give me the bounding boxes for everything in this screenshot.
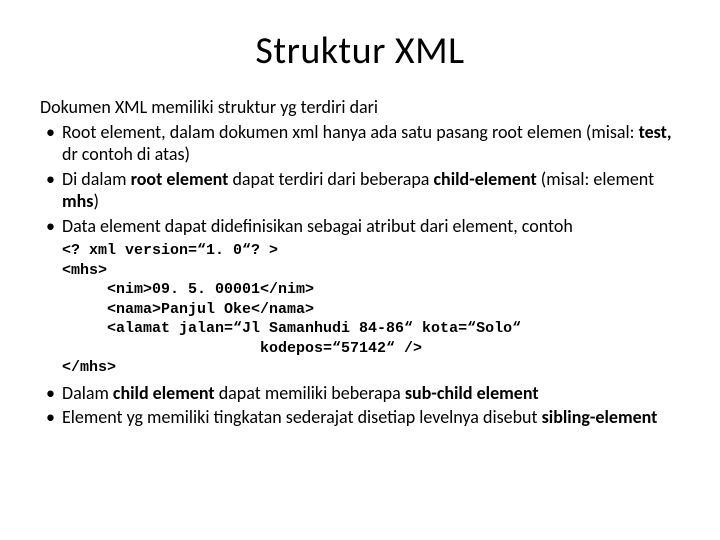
slide: Struktur XML Dokumen XML memiliki strukt… xyxy=(0,0,720,540)
bullet-item: Root element, dalam dokumen xml hanya ad… xyxy=(40,121,680,166)
slide-title: Struktur XML xyxy=(40,28,680,74)
intro-text: Dokumen XML memiliki struktur yg terdiri… xyxy=(40,96,680,119)
bullet-item: Dalam child element dapat memiliki beber… xyxy=(40,382,680,405)
bullet-item: Di dalam root element dapat terdiri dari… xyxy=(40,168,680,213)
bullet-item: Element yg memiliki tingkatan sederajat … xyxy=(40,406,680,429)
bullet-list-top: Root element, dalam dokumen xml hanya ad… xyxy=(40,121,680,238)
bullet-list-bottom: Dalam child element dapat memiliki beber… xyxy=(40,382,680,429)
xml-code-block: <? xml version=“1. 0“? > <mhs> <nim>09. … xyxy=(62,241,680,378)
bullet-item: Data element dapat didefinisikan sebagai… xyxy=(40,215,680,238)
